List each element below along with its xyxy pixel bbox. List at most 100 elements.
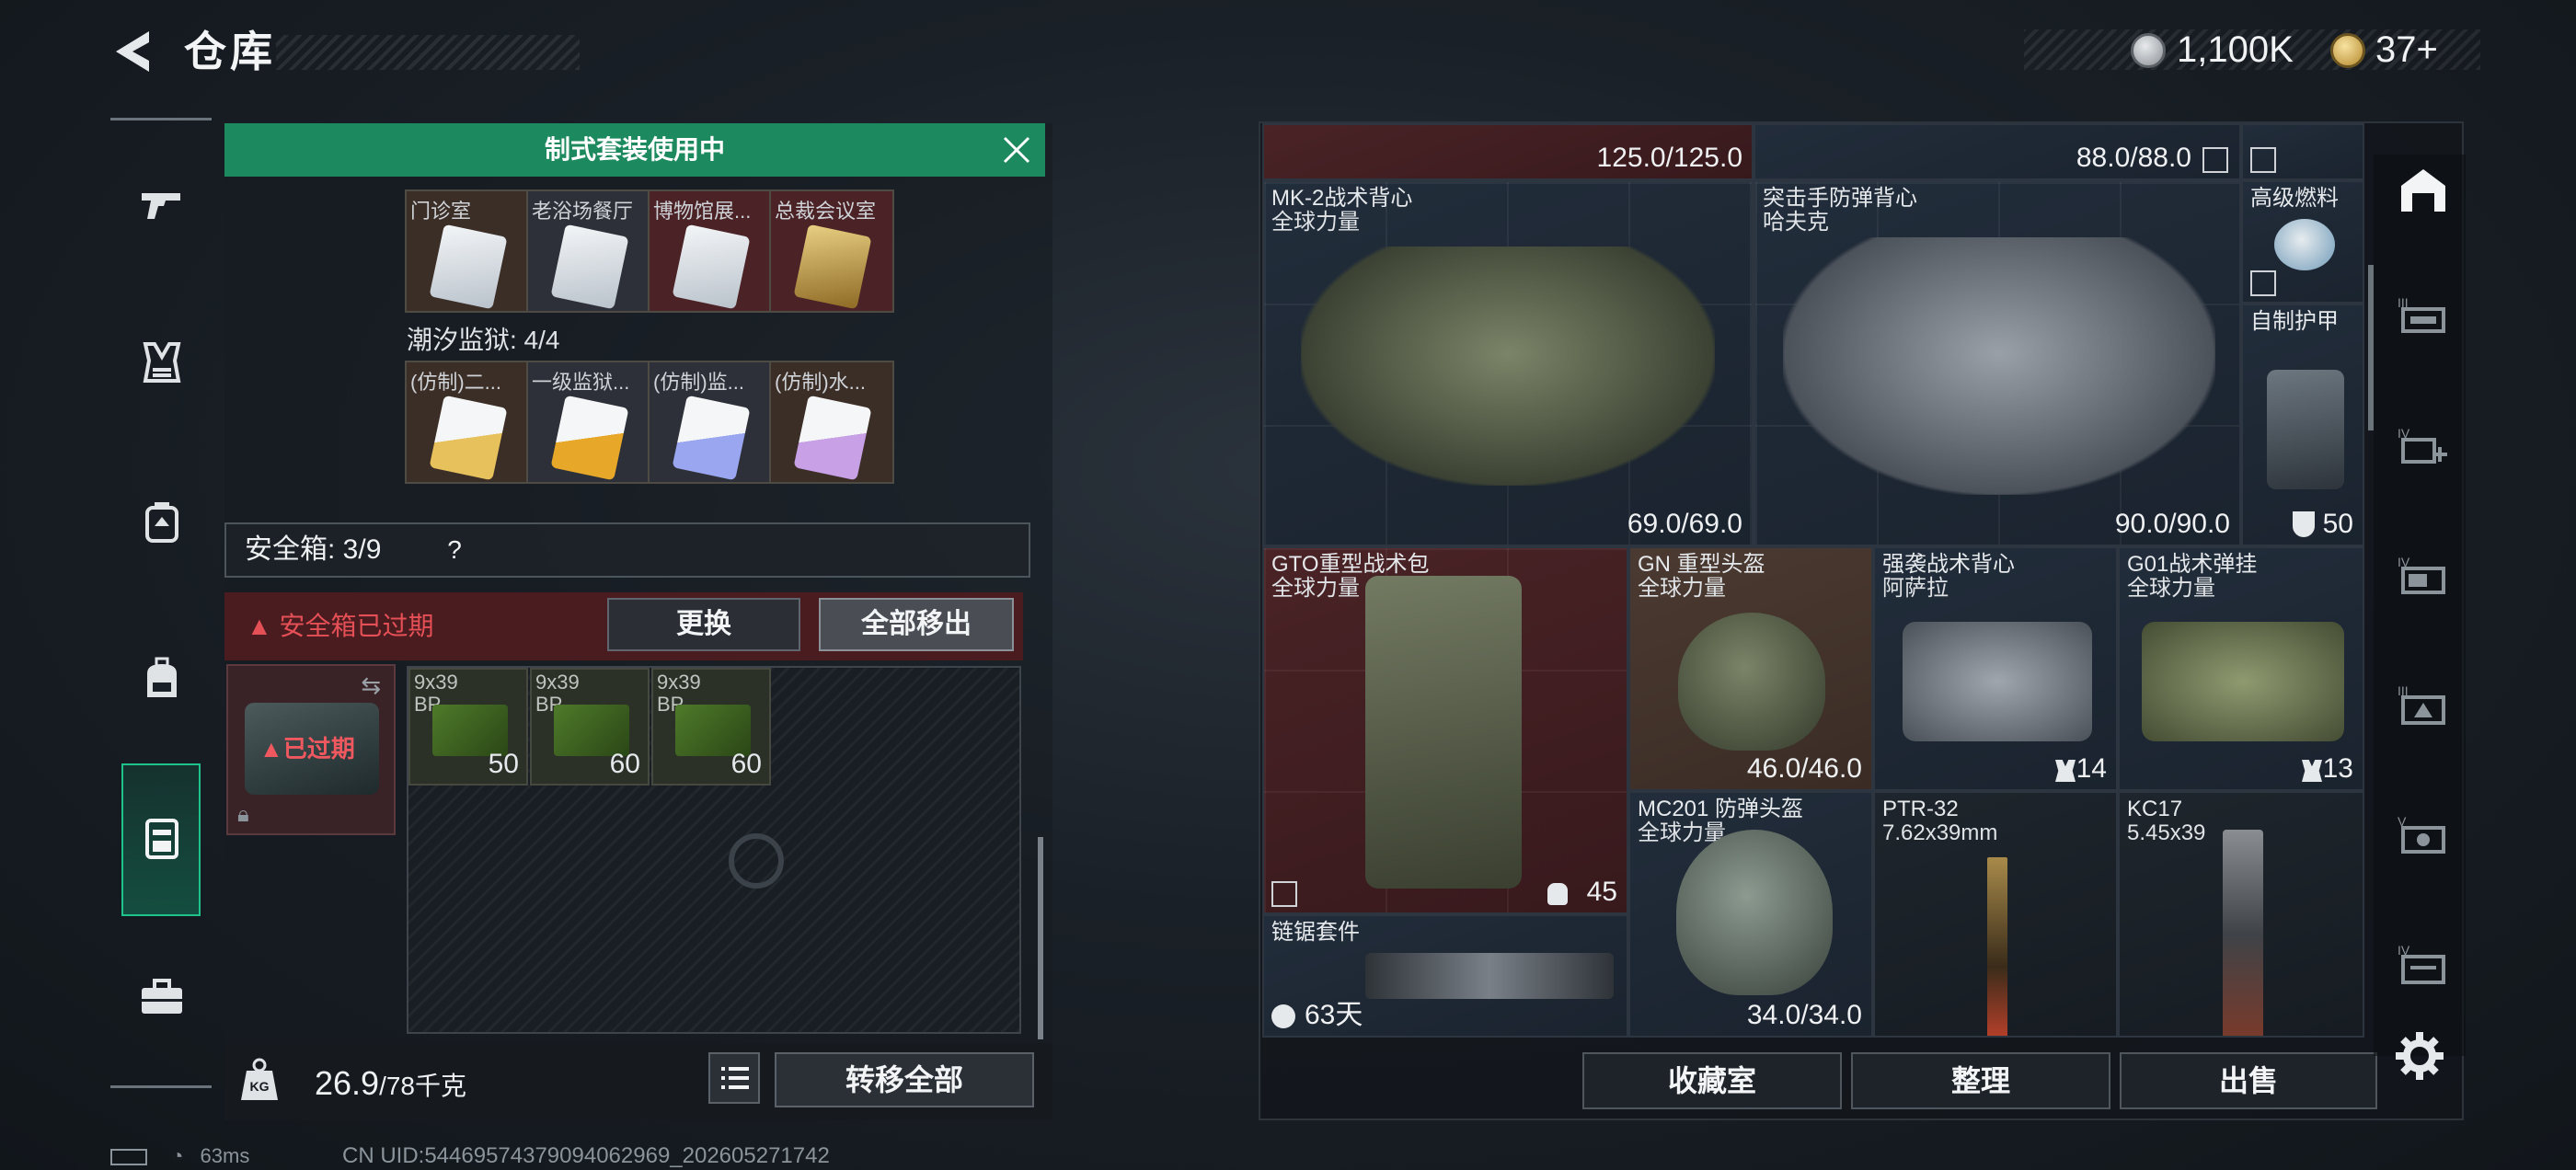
item-durability: 46.0/46.0 — [1746, 753, 1862, 784]
inventory-item[interactable]: G01战术弹挂 全球力量 13 — [2118, 546, 2364, 791]
inventory-item[interactable]: MC201 防弹头盔 全球力量 34.0/34.0 — [1628, 791, 1873, 1038]
transfer-all-button[interactable]: 转移全部 — [775, 1052, 1034, 1107]
item-brand: 7.62x39mm — [1882, 820, 1998, 845]
keycard-slot[interactable]: 老浴场餐厅 — [528, 191, 650, 311]
item-brand: 全球力量 — [1271, 576, 1360, 601]
item-durability: 90.0/90.0 — [2114, 509, 2230, 539]
close-icon[interactable] — [1001, 134, 1032, 166]
token-balance[interactable]: 37+ — [2375, 28, 2438, 72]
keycard-slot[interactable]: (仿制)二... — [407, 362, 528, 482]
vest-icon[interactable] — [138, 338, 186, 386]
storage-tier-3-med-icon[interactable]: III — [2396, 679, 2451, 728]
rifle-image — [1987, 857, 2007, 1036]
inventory-item[interactable]: 自制护甲 50 — [2241, 304, 2364, 546]
weight-icon[interactable]: KG — [234, 1054, 285, 1106]
item-durability: 34.0/34.0 — [1746, 1000, 1862, 1030]
keycard-label: (仿制)二... — [410, 371, 501, 394]
gun-icon[interactable] — [138, 178, 186, 226]
inventory-item[interactable]: 链锯套件 63天 — [1262, 914, 1628, 1038]
collection-room-button[interactable]: 收藏室 — [1582, 1052, 1842, 1109]
item-capacity: 13 — [2322, 753, 2353, 784]
loadout-banner: 制式套装使用中 — [224, 123, 1045, 177]
weight-readout: 26.9/78千克 — [315, 1060, 466, 1110]
inventory-item[interactable] — [2241, 123, 2364, 180]
chest-rig-image — [2142, 622, 2344, 741]
keycard-icon — [429, 224, 508, 310]
keycard-label: (仿制)水... — [775, 371, 866, 394]
item-brand: 全球力量 — [2127, 576, 2215, 601]
replace-button[interactable]: 更换 — [607, 598, 800, 651]
ammo-slot[interactable]: 9x39 BP 60 — [530, 668, 650, 786]
item-brand: 5.45x39 — [2127, 820, 2206, 845]
page-title: 仓库 — [184, 28, 276, 75]
keycard-slot[interactable]: 一级监狱... — [528, 362, 650, 482]
keycard-slot[interactable]: 总裁会议室 — [771, 191, 892, 311]
keycard-icon — [550, 395, 629, 481]
item-capacity: 14 — [2076, 753, 2107, 784]
storage-tier-4-alt-icon[interactable]: IV — [2396, 938, 2451, 988]
gear-icon[interactable] — [2392, 1028, 2447, 1084]
armor-image — [2267, 370, 2344, 489]
item-name: 链锯套件 — [1271, 920, 1360, 945]
vest-capacity-icon — [2302, 760, 2322, 782]
back-button[interactable] — [109, 26, 160, 77]
inventory-item[interactable]: 高级燃料 — [2241, 180, 2364, 304]
inventory-item[interactable]: 125.0/125.0 — [1262, 123, 1754, 180]
no-repair-icon — [2250, 147, 2276, 173]
safebox-header: 安全箱: 3/9 ? — [224, 522, 1030, 578]
keycard-row-bottom: (仿制)二... 一级监狱... (仿制)监... (仿制)水... — [405, 361, 894, 484]
warehouse-icon[interactable] — [2396, 166, 2451, 215]
list-view-button[interactable] — [708, 1052, 760, 1104]
swap-icon[interactable]: ⇆ — [361, 671, 381, 700]
keycard-slot[interactable]: 博物馆展... — [650, 191, 771, 311]
item-duration: 63天 — [1305, 1000, 1363, 1030]
storage-tier-4-icon[interactable]: IV — [2396, 550, 2451, 600]
help-button[interactable]: ? — [436, 532, 473, 568]
case-expired-text: 已过期 — [282, 735, 355, 763]
ammo-slot[interactable]: 9x39 BP 50 — [408, 668, 528, 786]
keycard-slot[interactable]: (仿制)监... — [650, 362, 771, 482]
storage-tier-3-icon[interactable]: III — [2396, 291, 2451, 340]
item-name: MK-2战术背心 — [1271, 186, 1413, 211]
weight-current: 26.9 — [315, 1064, 380, 1102]
organize-button[interactable]: 整理 — [1851, 1052, 2110, 1109]
item-brand: 全球力量 — [1271, 210, 1360, 235]
inventory-item[interactable]: PTR-32 7.62x39mm — [1873, 791, 2118, 1038]
safe-case-icon[interactable] — [138, 813, 186, 861]
remove-all-button[interactable]: 全部移出 — [819, 598, 1014, 651]
inventory-item[interactable]: KC17 5.45x39 — [2118, 791, 2364, 1038]
item-name: MC201 防弹头盔 — [1638, 797, 1804, 821]
safe-case-slot[interactable]: ⇆ ▲已过期 🔒︎ — [226, 664, 396, 835]
item-name: GTO重型战术包 — [1271, 552, 1430, 577]
inventory-item[interactable]: GN 重型头盔 全球力量 46.0/46.0 — [1628, 546, 1873, 791]
ammo-slot[interactable]: 9x39 BP 60 — [651, 668, 771, 786]
item-name: 高级燃料 — [2250, 186, 2339, 211]
toolbox-icon[interactable] — [138, 973, 186, 1021]
sell-button[interactable]: 出售 — [2120, 1052, 2377, 1109]
vest-image — [1903, 622, 2092, 741]
inventory-item[interactable]: GTO重型战术包 全球力量 45 — [1262, 546, 1628, 914]
expired-message: ▲ 安全箱已过期 — [247, 592, 434, 660]
ammo-count: 60 — [730, 749, 762, 779]
ammo-count: 50 — [488, 749, 519, 779]
storage-tier-4-add-icon[interactable]: IV — [2396, 421, 2451, 471]
inventory-item[interactable]: MK-2战术背心 全球力量 69.0/69.0 — [1262, 180, 1754, 546]
keycard-slot[interactable]: 门诊室 — [407, 191, 528, 311]
keycard-row-top: 门诊室 老浴场餐厅 博物馆展... 总裁会议室 — [405, 189, 894, 313]
inventory-item[interactable]: 强袭战术背心 阿萨拉 14 — [1873, 546, 2118, 791]
keycard-icon — [672, 395, 751, 481]
left-scrollbar[interactable] — [1038, 837, 1043, 1039]
keycard-slot[interactable]: (仿制)水... — [771, 362, 892, 482]
fuel-can-image — [2274, 219, 2335, 270]
armor-icon[interactable] — [138, 499, 186, 546]
token-icon — [2330, 33, 2365, 68]
inventory-item[interactable]: 突击手防弹背心 哈夫克 90.0/90.0 — [1754, 180, 2241, 546]
inventory-item[interactable]: 88.0/88.0 — [1754, 123, 2241, 180]
backpack-icon[interactable] — [138, 655, 186, 703]
storage-tier-5-icon[interactable]: V — [2396, 809, 2451, 859]
prison-label: 潮汐监狱: 4/4 — [407, 326, 560, 354]
helmet-image — [1678, 613, 1825, 751]
chainsaw-image — [1365, 953, 1614, 999]
vest-capacity-icon — [2055, 760, 2076, 782]
case-expired-label: ▲已过期 — [259, 735, 355, 763]
